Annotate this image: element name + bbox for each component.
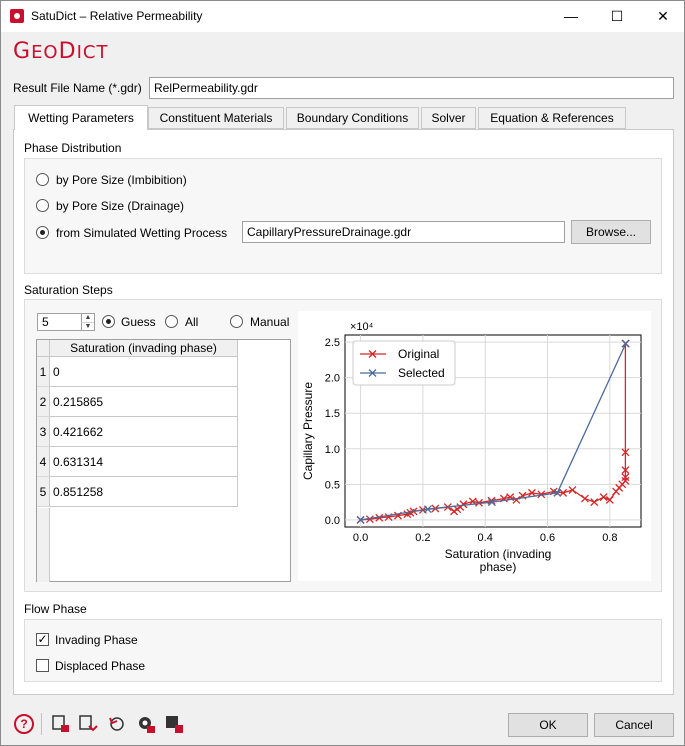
spin-down-icon[interactable]: ▼ bbox=[81, 322, 94, 330]
row-header-filler bbox=[37, 508, 50, 582]
legend-label: Selected bbox=[398, 366, 445, 380]
legend-label: Original bbox=[398, 347, 439, 361]
window-title: SatuDict – Relative Permeability bbox=[31, 9, 203, 23]
app-logo-icon bbox=[10, 9, 24, 23]
reset-settings-icon[interactable] bbox=[107, 714, 127, 734]
radio-all-label: All bbox=[185, 315, 199, 329]
y-tick-label: 0.5 bbox=[325, 479, 340, 491]
radio-imbibition-label: by Pore Size (Imbibition) bbox=[56, 173, 187, 187]
chart-legend: Original Selected bbox=[352, 340, 456, 386]
row-header: 5 bbox=[37, 477, 50, 507]
browse-button[interactable]: Browse... bbox=[571, 220, 651, 244]
displaced-phase-label: Displaced Phase bbox=[55, 659, 146, 673]
displaced-phase-checkbox[interactable] bbox=[36, 659, 49, 672]
chart-svg: 0.0 0.2 0.4 0.6 0.8 0.0 0.5 1.0 1.5 2.0 2.5 ×10⁴ C… bbox=[301, 321, 642, 574]
dialog-window: SatuDict – Relative Permeability — ☐ ✕ G… bbox=[0, 0, 685, 746]
radio-all[interactable] bbox=[165, 315, 178, 328]
radio-manual[interactable] bbox=[230, 315, 243, 328]
save-settings-icon[interactable] bbox=[78, 714, 98, 734]
row-header: 3 bbox=[37, 417, 50, 447]
y-tick-label: 2.5 bbox=[325, 337, 340, 349]
row-header: 4 bbox=[37, 447, 50, 477]
table-cell[interactable]: 0.215865 bbox=[50, 387, 238, 417]
table-cell[interactable]: 0.631314 bbox=[50, 447, 238, 477]
table-cell[interactable]: 0.851258 bbox=[50, 477, 238, 507]
row-header: 1 bbox=[37, 357, 50, 387]
minimize-icon[interactable]: — bbox=[548, 1, 594, 32]
capillary-pressure-plot: 0.0 0.2 0.4 0.6 0.8 0.0 0.5 1.0 1.5 2.0 2.5 ×10⁴ C… bbox=[298, 311, 651, 581]
x-axis-label: Saturation (invading phase) bbox=[445, 547, 552, 574]
radio-guess[interactable] bbox=[102, 315, 115, 328]
radio-drainage[interactable] bbox=[36, 199, 49, 212]
tab-constituent-materials[interactable]: Constituent Materials bbox=[148, 107, 284, 129]
title-bar: SatuDict – Relative Permeability — ☐ ✕ bbox=[1, 1, 684, 32]
x-tick-label: 0.4 bbox=[478, 532, 493, 544]
geodict-logo: GEODICT bbox=[13, 39, 109, 64]
table-header: Saturation (invading phase) bbox=[50, 340, 238, 357]
spin-up-icon[interactable]: ▲ bbox=[81, 314, 94, 322]
phase-distribution-title: Phase Distribution bbox=[24, 141, 122, 155]
radio-manual-label: Manual bbox=[250, 315, 290, 329]
radio-imbibition[interactable] bbox=[36, 173, 49, 186]
saturation-table[interactable]: Saturation (invading phase) 1 0 2 0.2158… bbox=[36, 339, 291, 582]
macro-icon[interactable] bbox=[164, 714, 184, 734]
cancel-button[interactable]: Cancel bbox=[594, 713, 674, 737]
y-tick-label: 0.0 bbox=[325, 515, 340, 527]
help-icon[interactable]: ? bbox=[14, 714, 34, 734]
tab-wetting-parameters[interactable]: Wetting Parameters bbox=[14, 105, 148, 130]
x-tick-label: 0.2 bbox=[415, 532, 430, 544]
radio-simulated-wetting-label: from Simulated Wetting Process bbox=[56, 226, 228, 240]
saturation-steps-title: Saturation Steps bbox=[24, 283, 113, 297]
close-icon[interactable]: ✕ bbox=[640, 1, 685, 32]
table-corner bbox=[37, 340, 50, 357]
table-cell[interactable]: 0 bbox=[50, 357, 238, 387]
x-tick-label: 0.0 bbox=[353, 532, 368, 544]
flow-phase-title: Flow Phase bbox=[24, 602, 87, 616]
radio-guess-label: Guess bbox=[121, 315, 156, 329]
y-multiplier: ×10⁴ bbox=[350, 321, 374, 333]
tab-equation-references[interactable]: Equation & References bbox=[478, 107, 626, 129]
result-file-input[interactable]: RelPermeability.gdr bbox=[149, 77, 674, 99]
y-tick-label: 1.5 bbox=[325, 408, 340, 420]
y-tick-label: 2.0 bbox=[325, 373, 340, 385]
y-axis-label: Capillary Pressure bbox=[301, 382, 315, 480]
tab-solver[interactable]: Solver bbox=[421, 107, 476, 129]
table-cell[interactable]: 0.421662 bbox=[50, 417, 238, 447]
invading-phase-checkbox[interactable]: ✓ bbox=[36, 633, 49, 646]
tab-boundary-conditions[interactable]: Boundary Conditions bbox=[286, 107, 419, 129]
settings-gear-icon[interactable] bbox=[136, 714, 156, 734]
invading-phase-label: Invading Phase bbox=[55, 633, 138, 647]
x-tick-label: 0.6 bbox=[540, 532, 555, 544]
result-file-label: Result File Name (*.gdr) bbox=[13, 81, 142, 95]
ok-button[interactable]: OK bbox=[508, 713, 588, 737]
load-settings-icon[interactable] bbox=[51, 714, 71, 734]
y-tick-label: 1.0 bbox=[325, 444, 340, 456]
wetting-file-input[interactable]: CapillaryPressureDrainage.gdr bbox=[242, 221, 565, 243]
row-header: 2 bbox=[37, 387, 50, 417]
step-count-value: 5 bbox=[42, 315, 49, 329]
radio-simulated-wetting[interactable] bbox=[36, 226, 49, 239]
step-count-spinbox[interactable]: 5 ▲ ▼ bbox=[37, 313, 95, 331]
footer-divider bbox=[41, 713, 42, 735]
x-tick-label: 0.8 bbox=[602, 532, 617, 544]
maximize-icon[interactable]: ☐ bbox=[594, 1, 640, 32]
radio-drainage-label: by Pore Size (Drainage) bbox=[56, 199, 185, 213]
